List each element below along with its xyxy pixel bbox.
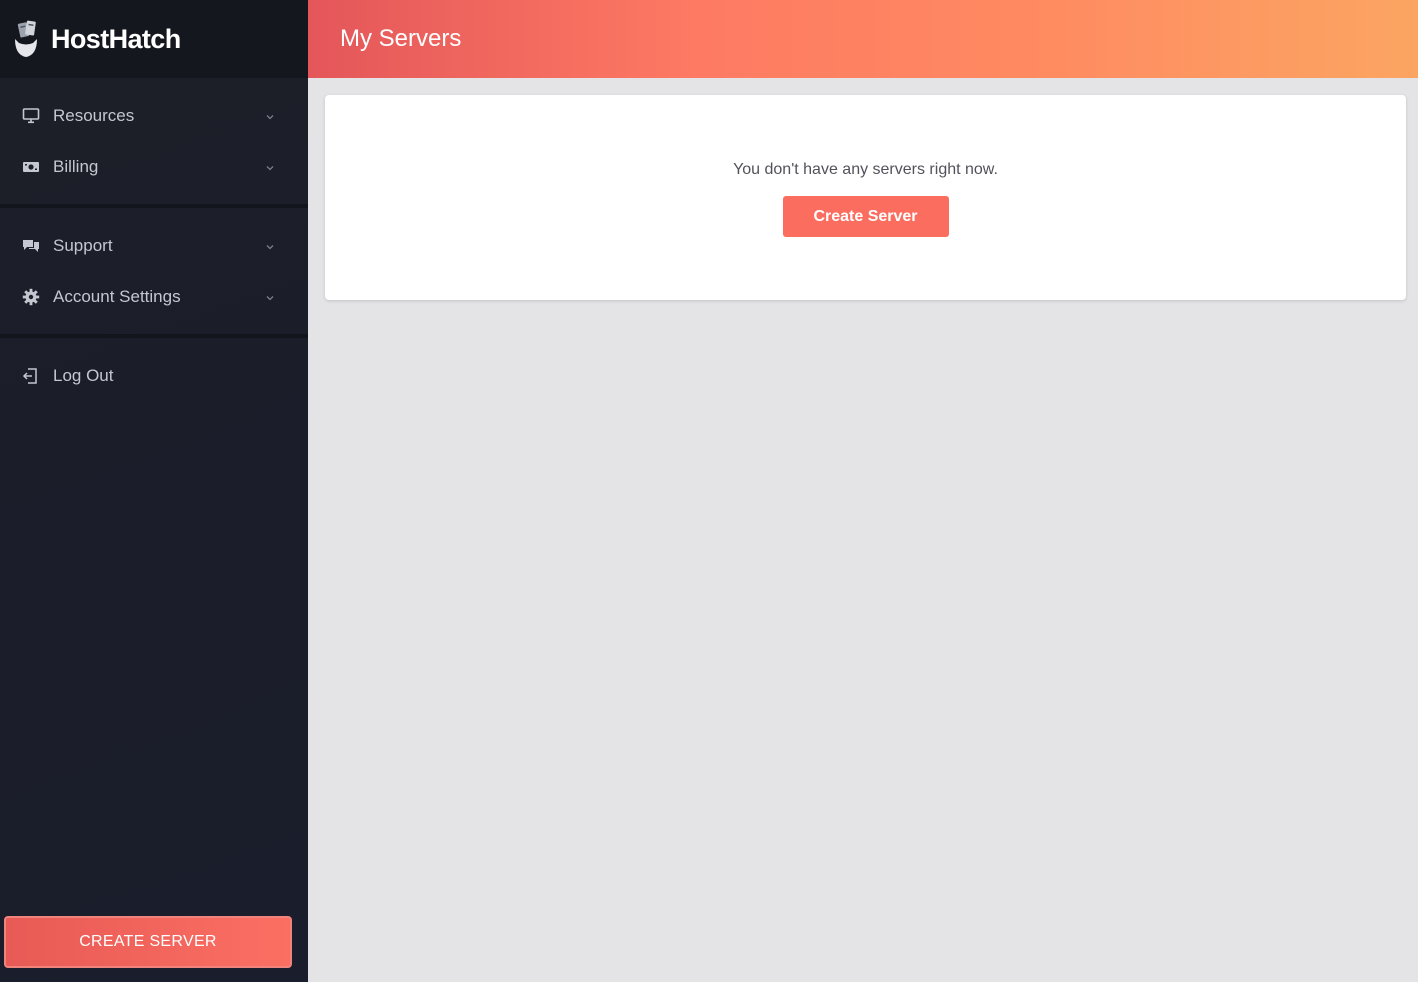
create-server-button[interactable]: Create Server xyxy=(782,196,949,237)
chevron-down-icon xyxy=(264,240,276,252)
sidebar-create-server-button[interactable]: CREATE SERVER xyxy=(4,916,292,968)
hosthatch-logo-icon xyxy=(15,20,37,57)
chevron-down-icon xyxy=(264,291,276,303)
sidebar-item-label: Log Out xyxy=(53,365,114,385)
nav-group-session: Log Out xyxy=(0,338,308,413)
logout-icon xyxy=(22,367,40,385)
brand[interactable]: HostHatch xyxy=(0,0,308,78)
sidebar-item-resources[interactable]: Resources xyxy=(0,90,308,141)
gear-icon xyxy=(22,288,40,306)
sidebar-item-label: Resources xyxy=(53,105,135,125)
sidebar: HostHatch Resources Billing Support Acco… xyxy=(0,0,308,982)
money-icon xyxy=(22,158,40,176)
nav-group-main: Resources Billing xyxy=(0,78,308,208)
sidebar-item-label: Support xyxy=(53,235,113,255)
sidebar-item-label: Billing xyxy=(53,156,99,176)
sidebar-item-label: Account Settings xyxy=(53,286,181,306)
chat-icon xyxy=(22,237,40,255)
empty-state-card: You don't have any servers right now. Cr… xyxy=(325,95,1406,300)
page-header: My Servers xyxy=(308,0,1418,78)
chevron-down-icon xyxy=(264,110,276,122)
sidebar-item-logout[interactable]: Log Out xyxy=(0,350,308,401)
brand-name: HostHatch xyxy=(51,23,181,54)
sidebar-item-billing[interactable]: Billing xyxy=(0,141,308,192)
nav-group-account: Support Account Settings xyxy=(0,208,308,338)
sidebar-item-account-settings[interactable]: Account Settings xyxy=(0,271,308,322)
empty-state-message: You don't have any servers right now. xyxy=(733,161,998,178)
monitor-icon xyxy=(22,107,40,125)
page-title: My Servers xyxy=(340,25,462,52)
sidebar-item-support[interactable]: Support xyxy=(0,220,308,271)
chevron-down-icon xyxy=(264,161,276,173)
